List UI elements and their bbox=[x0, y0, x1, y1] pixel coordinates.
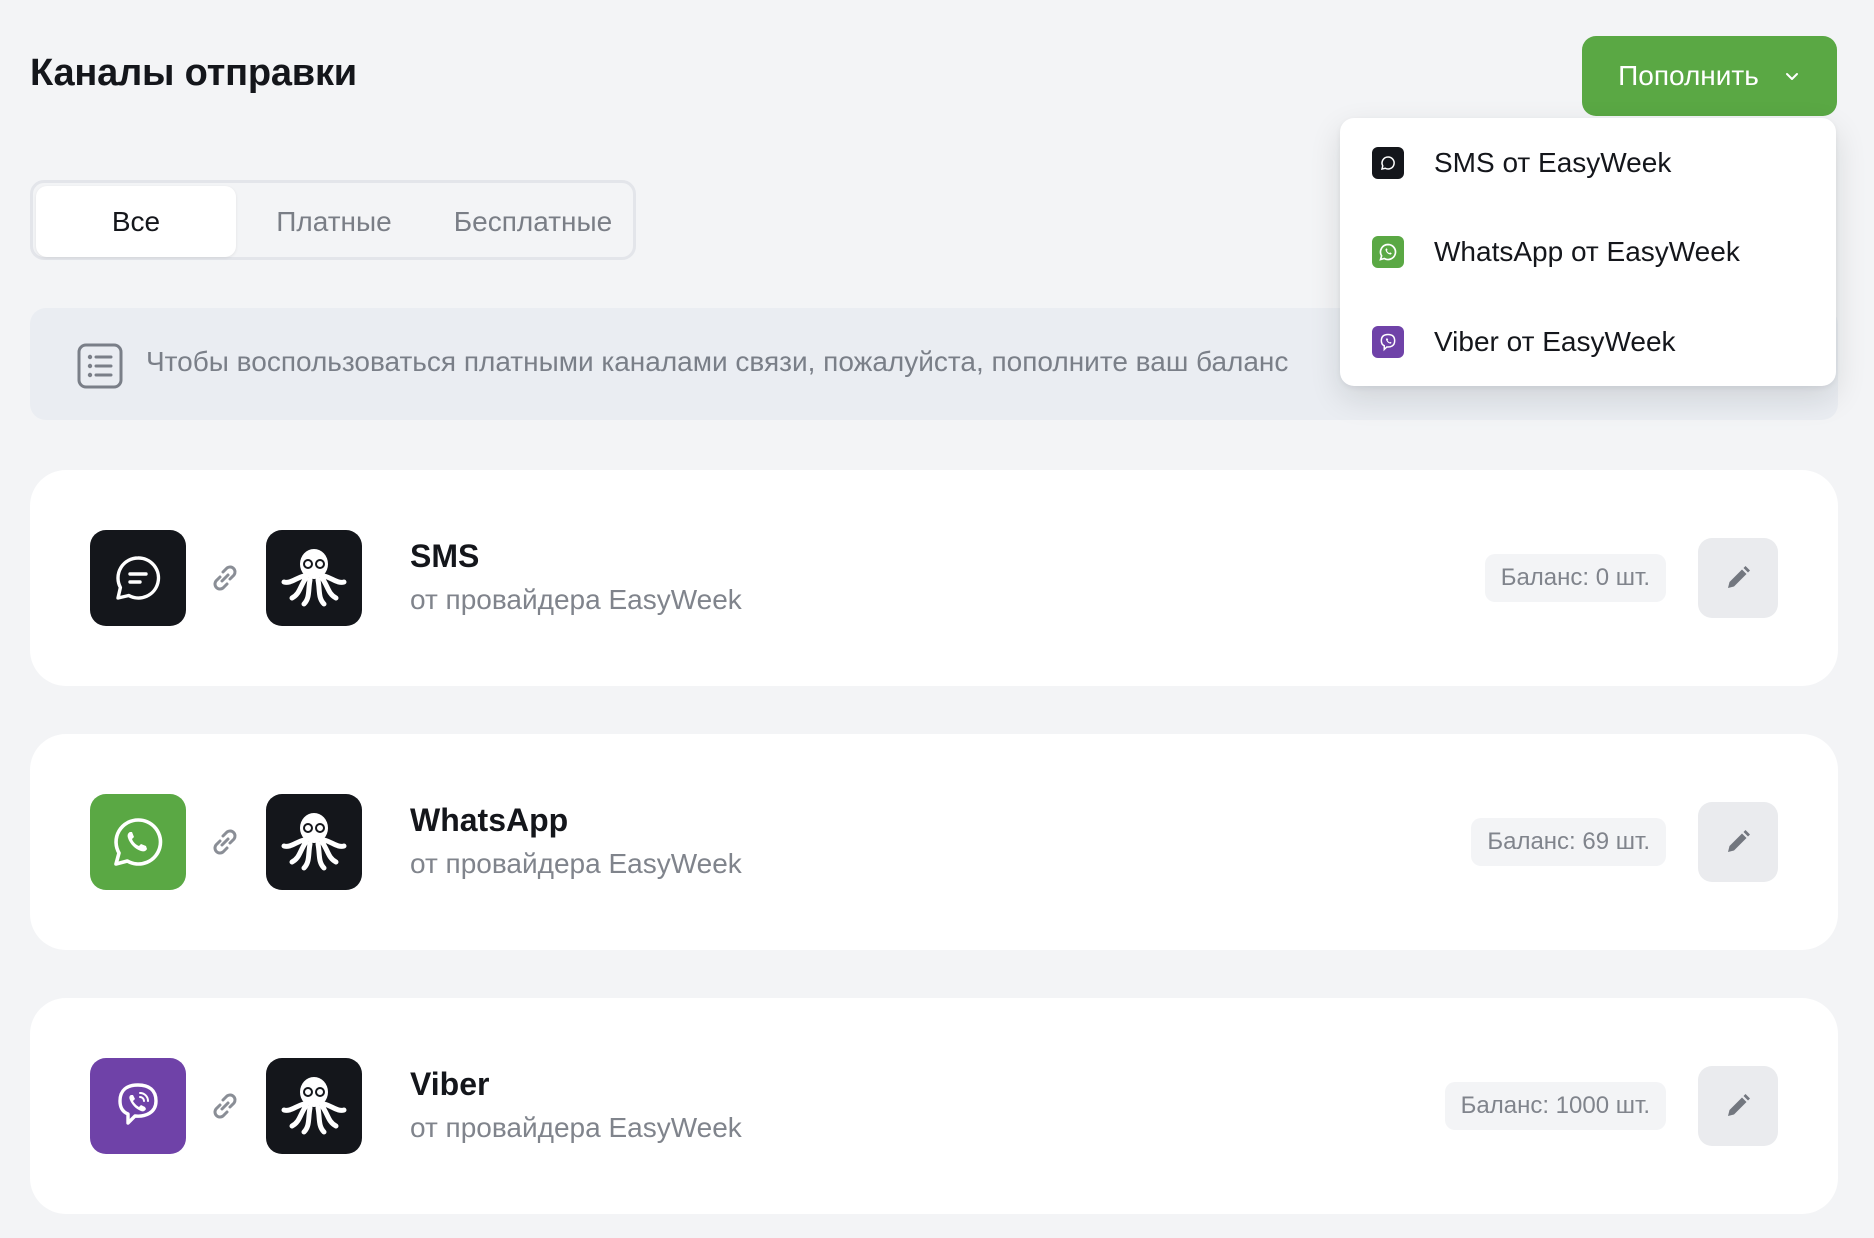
channel-card-viber: Viber от провайдера EasyWeek Баланс: 100… bbox=[30, 998, 1838, 1214]
easyweek-octopus-logo bbox=[266, 794, 362, 890]
easyweek-octopus-logo bbox=[266, 530, 362, 626]
easyweek-octopus-logo bbox=[266, 1058, 362, 1154]
channel-provider: от провайдера EasyWeek bbox=[410, 584, 742, 615]
channel-name: Viber bbox=[410, 1066, 490, 1102]
link-icon bbox=[213, 1093, 237, 1119]
viber-icon bbox=[1372, 326, 1404, 358]
link-icon bbox=[213, 829, 237, 855]
link-icon bbox=[213, 565, 237, 591]
edit-button[interactable] bbox=[1698, 1066, 1778, 1146]
page-title: Каналы отправки bbox=[30, 52, 357, 94]
channel-name: WhatsApp bbox=[410, 802, 569, 838]
whatsapp-icon bbox=[90, 794, 186, 890]
dropdown-item-label: Viber от EasyWeek bbox=[1434, 326, 1676, 357]
dropdown-item-label: WhatsApp от EasyWeek bbox=[1434, 236, 1740, 267]
channel-provider: от провайдера EasyWeek bbox=[410, 848, 742, 879]
channel-card-sms: SMS от провайдера EasyWeek Баланс: 0 шт. bbox=[30, 470, 1838, 686]
dropdown-item-label: SMS от EasyWeek bbox=[1434, 147, 1672, 178]
tab-all[interactable]: Все bbox=[36, 186, 236, 257]
dropdown-item-whatsapp[interactable]: WhatsApp от EasyWeek bbox=[1340, 207, 1836, 297]
edit-button[interactable] bbox=[1698, 538, 1778, 618]
viber-icon bbox=[90, 1058, 186, 1154]
topup-dropdown-menu: SMS от EasyWeek WhatsApp от EasyWeek Vib… bbox=[1340, 118, 1836, 386]
edit-button[interactable] bbox=[1698, 802, 1778, 882]
tab-paid[interactable]: Платные bbox=[234, 186, 434, 257]
pencil-icon bbox=[1728, 830, 1750, 852]
filter-tabs: Все Платные Бесплатные bbox=[30, 180, 636, 260]
whatsapp-icon bbox=[1372, 236, 1404, 268]
channel-name: SMS bbox=[410, 538, 480, 574]
dropdown-item-sms[interactable]: SMS от EasyWeek bbox=[1340, 118, 1836, 208]
pencil-icon bbox=[1728, 1094, 1750, 1116]
balance-badge: Баланс: 69 шт. bbox=[1471, 818, 1666, 866]
sms-icon bbox=[90, 530, 186, 626]
sms-icon bbox=[1372, 147, 1404, 179]
balance-badge: Баланс: 0 шт. bbox=[1484, 554, 1666, 602]
topup-button[interactable]: Пополнить bbox=[1582, 36, 1837, 116]
dropdown-item-viber[interactable]: Viber от EasyWeek bbox=[1340, 297, 1836, 387]
notice-text: Чтобы воспользоваться платными каналами … bbox=[146, 346, 1289, 377]
balance-badge: Баланс: 1000 шт. bbox=[1444, 1082, 1666, 1130]
topup-button-label: Пополнить bbox=[1618, 60, 1759, 91]
pencil-icon bbox=[1728, 566, 1750, 588]
list-icon bbox=[77, 343, 123, 389]
chevron-down-icon bbox=[1785, 73, 1798, 80]
channel-provider: от провайдера EasyWeek bbox=[410, 1112, 742, 1143]
channel-card-whatsapp: WhatsApp от провайдера EasyWeek Баланс: … bbox=[30, 734, 1838, 950]
tab-free[interactable]: Бесплатные bbox=[433, 186, 633, 257]
